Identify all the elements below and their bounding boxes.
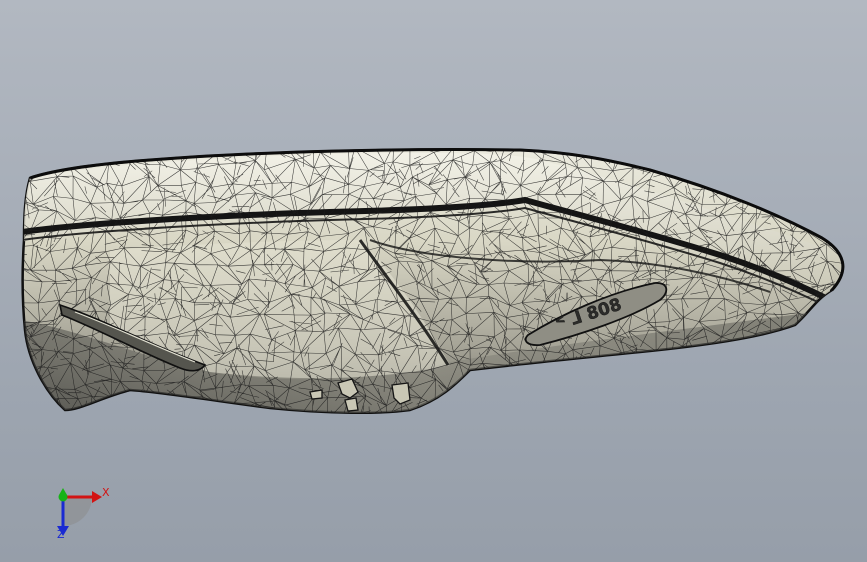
axis-triad: X Z bbox=[30, 470, 140, 555]
z-axis-label: Z bbox=[57, 528, 65, 541]
graphics-viewport[interactable]: ᑉ ⅃ 808 X Z bbox=[0, 0, 867, 562]
x-axis-label: X bbox=[102, 486, 110, 499]
